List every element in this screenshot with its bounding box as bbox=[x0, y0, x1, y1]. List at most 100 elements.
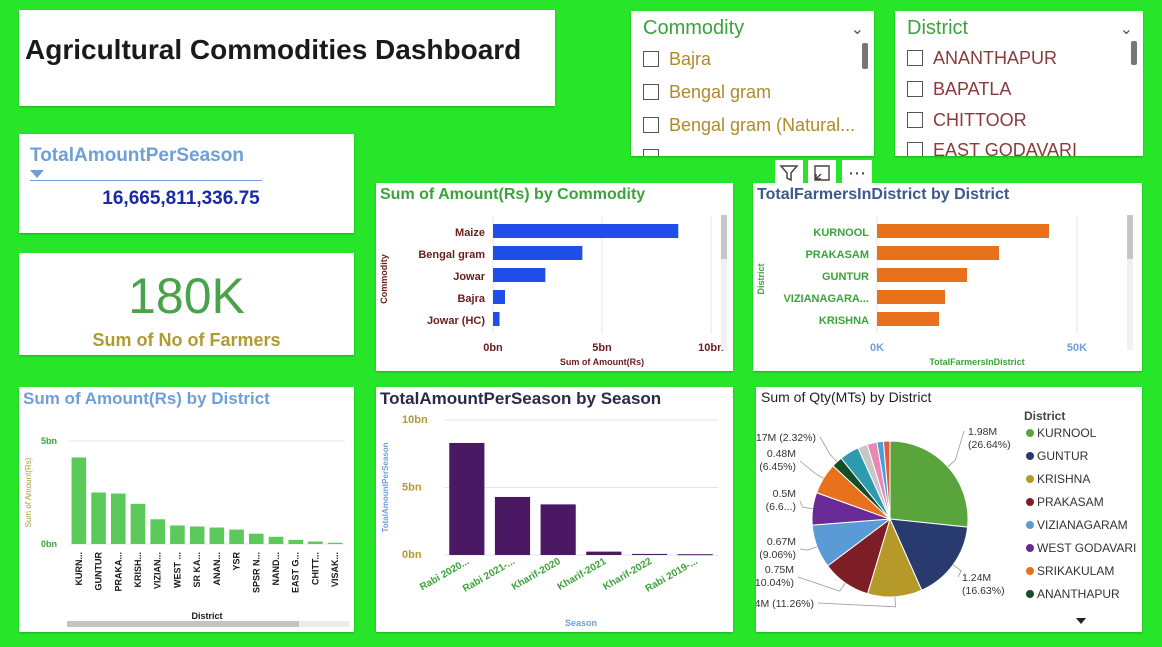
bar[interactable] bbox=[877, 312, 939, 326]
y-tick-label: Bengal gram bbox=[418, 249, 485, 261]
bar[interactable] bbox=[493, 224, 679, 238]
data-label: (10.04%) bbox=[756, 577, 794, 589]
bar[interactable] bbox=[493, 246, 583, 260]
scrollbar-thumb[interactable] bbox=[721, 215, 727, 259]
bar[interactable] bbox=[677, 554, 713, 556]
x-tick-label: 0K bbox=[870, 342, 884, 354]
commodity-slicer[interactable]: Commodity ⌄ Bajra Bengal gram Bengal gra… bbox=[631, 11, 874, 156]
legend-marker bbox=[1026, 567, 1034, 575]
slicer-item-chittoor[interactable]: CHITTOOR bbox=[907, 105, 1027, 135]
checkbox-icon[interactable] bbox=[643, 51, 659, 67]
y-tick-label: GUNTUR bbox=[822, 271, 869, 283]
kpi-total-amount-card[interactable]: TotalAmountPerSeason 16,665,811,336.75 bbox=[19, 134, 354, 233]
legend-marker bbox=[1026, 521, 1034, 529]
slicer-item-bengal-gram-natural[interactable]: Bengal gram (Natural... bbox=[643, 110, 855, 140]
x-tick-label: SR KA... bbox=[192, 552, 202, 588]
district-amount-bar-chart[interactable]: 0bn 5bn KURN... GUNTUR PRAKA... KRISH... VIZIA… bbox=[19, 387, 354, 632]
commodity-bar-chart[interactable]: 0bn 5bn 10bn Maize Bengal gram Jowar Bajra Jowa… bbox=[376, 183, 733, 371]
bar[interactable] bbox=[189, 526, 205, 544]
bar[interactable] bbox=[110, 493, 126, 544]
slicer-item-bapatla[interactable]: BAPATLA bbox=[907, 74, 1011, 104]
x-tick-label: Kharif-2021 bbox=[556, 556, 609, 593]
chart-farmers-by-district[interactable]: TotalFarmersInDistrict by District 0K 50K… bbox=[753, 183, 1142, 371]
checkbox-icon[interactable] bbox=[907, 50, 923, 66]
bar[interactable] bbox=[586, 551, 622, 555]
bar[interactable] bbox=[449, 442, 485, 555]
bar[interactable] bbox=[91, 492, 106, 545]
bar[interactable] bbox=[268, 536, 284, 544]
y-tick-label: Bajra bbox=[457, 293, 485, 305]
checkbox-icon[interactable] bbox=[643, 149, 659, 156]
slicer-item-bajra[interactable]: Bajra bbox=[643, 44, 711, 74]
y-tick-label: Jowar (HC) bbox=[427, 315, 485, 327]
bar[interactable] bbox=[540, 504, 576, 555]
legend-scroll-down-icon[interactable] bbox=[1076, 618, 1086, 624]
checkbox-icon[interactable] bbox=[643, 117, 659, 133]
bar[interactable] bbox=[229, 529, 244, 544]
x-axis-title: TotalFarmersInDistrict bbox=[929, 357, 1024, 367]
x-axis-title: Season bbox=[565, 618, 597, 628]
y-tick-label: VIZIANAGARA... bbox=[783, 293, 869, 305]
bar[interactable] bbox=[248, 533, 264, 544]
data-label: (6.45%) bbox=[759, 461, 796, 473]
bar[interactable] bbox=[631, 553, 668, 555]
checkbox-icon[interactable] bbox=[907, 81, 923, 97]
bar[interactable] bbox=[493, 290, 505, 304]
y-tick-label: 5bn bbox=[402, 482, 422, 494]
farmers-bar-chart[interactable]: 0K 50K KURNOOL PRAKASAM GUNTUR VIZIANAGARA...… bbox=[753, 183, 1142, 371]
kpi-farmers-card[interactable]: 180K Sum of No of Farmers bbox=[19, 253, 354, 355]
checkbox-icon[interactable] bbox=[643, 84, 659, 100]
chevron-down-icon[interactable]: ⌄ bbox=[851, 19, 864, 39]
x-tick-label: 5bn bbox=[592, 342, 612, 354]
checkbox-icon[interactable] bbox=[907, 142, 923, 156]
district-slicer-title: District bbox=[907, 17, 969, 39]
bar[interactable] bbox=[877, 290, 945, 304]
checkbox-icon[interactable] bbox=[907, 112, 923, 128]
slicer-item-bengal-gram[interactable]: Bengal gram bbox=[643, 77, 771, 107]
chart-amount-by-commodity[interactable]: Sum of Amount(Rs) by Commodity 0bn 5bn 10b… bbox=[376, 183, 733, 371]
bar[interactable] bbox=[493, 312, 500, 326]
bar[interactable] bbox=[493, 268, 546, 282]
legend-marker bbox=[1026, 544, 1034, 552]
legend-entry: KURNOOL bbox=[1037, 426, 1097, 440]
leader-line bbox=[799, 546, 818, 551]
legend-entry: VIZIANAGARAM bbox=[1037, 518, 1128, 532]
bar[interactable] bbox=[209, 527, 225, 544]
bar[interactable] bbox=[71, 457, 87, 544]
chart-qty-by-district[interactable]: Sum of Qty(MTs) by District 1.98M (26.64%… bbox=[756, 387, 1142, 632]
legend-entry: WEST GODAVARI bbox=[1037, 541, 1136, 555]
bar[interactable] bbox=[170, 525, 185, 544]
scrollbar-thumb[interactable] bbox=[67, 621, 299, 627]
season-bar-chart[interactable]: 0bn5bn10bnRabi 2020...Rabi 2021-...Khari… bbox=[376, 387, 733, 632]
slicer-scrollbar[interactable] bbox=[1131, 41, 1137, 65]
bar[interactable] bbox=[877, 268, 967, 282]
chart-amount-by-season[interactable]: TotalAmountPerSeason by Season 0bn 5bn 10b… bbox=[376, 387, 733, 632]
legend-entry: ANANTHAPUR bbox=[1037, 587, 1120, 601]
data-label: (26.64%) bbox=[968, 439, 1011, 451]
x-tick-label: Rabi 2021-... bbox=[461, 556, 517, 595]
bar[interactable] bbox=[877, 224, 1049, 238]
legend-marker bbox=[1026, 429, 1034, 437]
x-tick-label: VISAK... bbox=[330, 552, 340, 587]
bar[interactable] bbox=[150, 519, 166, 544]
data-label: 0.75M bbox=[765, 564, 794, 576]
chart-amount-by-district[interactable]: Sum of Amount(Rs) by District 0bn 5bn KURN… bbox=[19, 387, 354, 632]
bar[interactable] bbox=[308, 541, 323, 544]
chevron-down-icon[interactable]: ⌄ bbox=[1120, 19, 1133, 39]
pie-slice[interactable] bbox=[889, 440, 969, 528]
slicer-item-east-godavari[interactable]: EAST GODAVARI bbox=[907, 135, 1077, 156]
kpi-farmers-label: Sum of No of Farmers bbox=[92, 330, 281, 350]
x-tick-label: Rabi 2019-... bbox=[644, 556, 700, 595]
bar[interactable] bbox=[288, 539, 304, 544]
bar[interactable] bbox=[327, 542, 343, 544]
slicer-item-label: Bengal gram bbox=[669, 81, 772, 102]
bar[interactable] bbox=[494, 496, 531, 555]
slicer-item-ananthapur[interactable]: ANANTHAPUR bbox=[907, 43, 1057, 73]
bar[interactable] bbox=[877, 246, 999, 260]
qty-pie-chart[interactable]: 1.98M(26.64%) 1.24M(16.63%) 0.84M (11.26%)… bbox=[756, 387, 1142, 632]
bar[interactable] bbox=[130, 503, 146, 544]
slicer-scrollbar[interactable] bbox=[862, 43, 868, 69]
district-slicer[interactable]: District ⌄ ANANTHAPUR BAPATLA CHITTOOR E… bbox=[895, 11, 1143, 156]
leader-line bbox=[799, 500, 813, 510]
scrollbar-thumb[interactable] bbox=[1127, 215, 1133, 259]
